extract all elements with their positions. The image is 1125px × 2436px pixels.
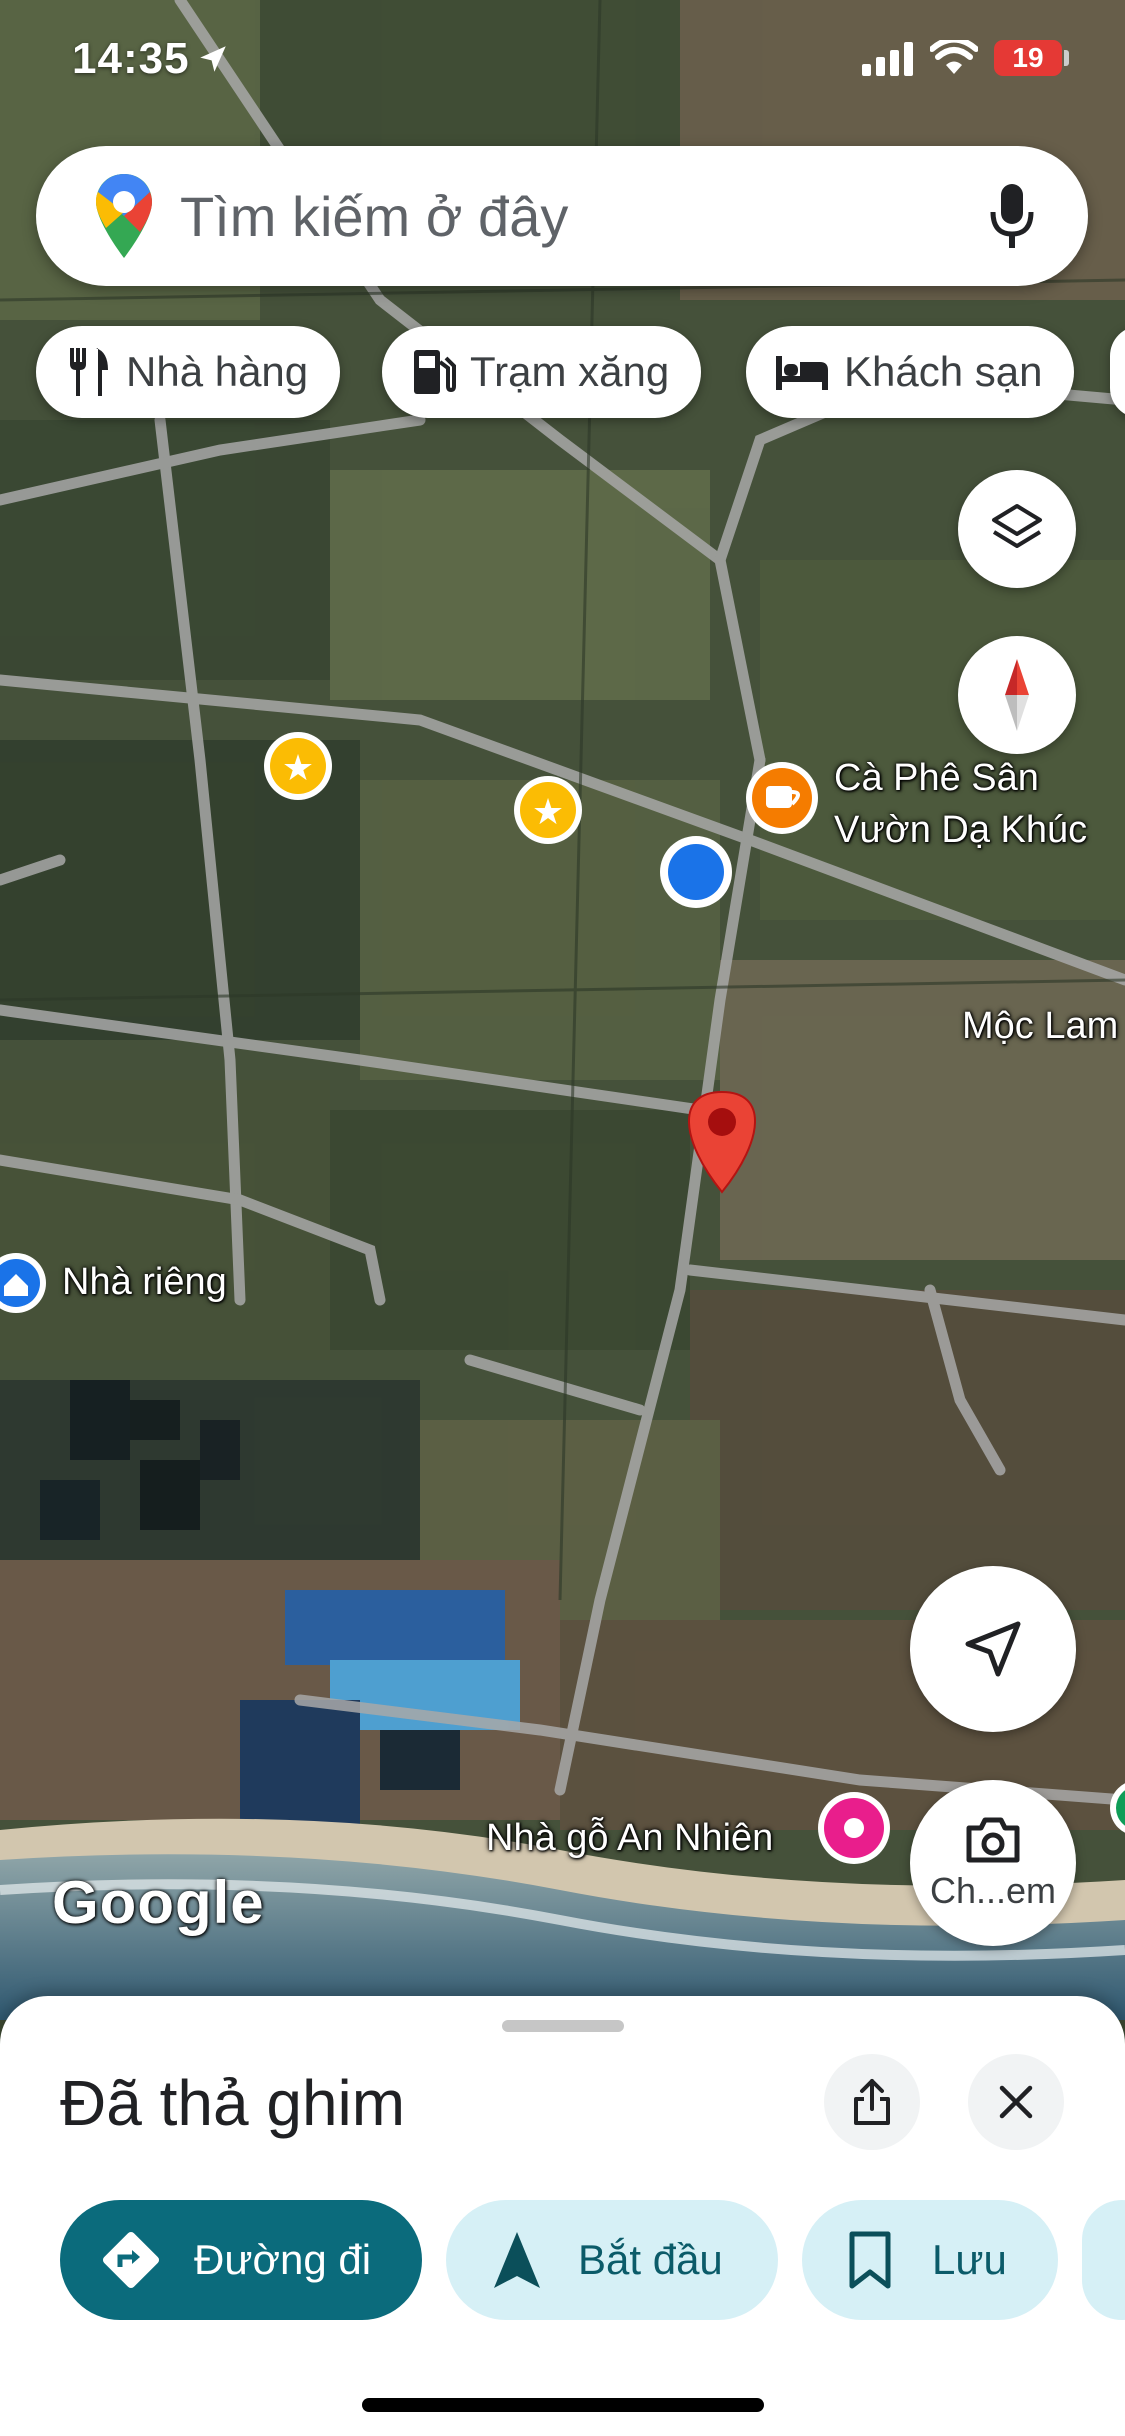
start-label: Bắt đầu: [578, 2236, 723, 2283]
navigation-arrow-icon: [965, 1621, 1021, 1677]
map-label-cafe-line2: Vườn Dạ Khúc: [834, 809, 1088, 851]
map-label-moc-lam[interactable]: Mộc Lam: [962, 1000, 1118, 1052]
directions-label: Đường đi: [194, 2236, 372, 2283]
layers-icon: [992, 504, 1042, 548]
map-label-cafe[interactable]: Cà Phê Sân Vườn Dạ Khúc: [834, 752, 1087, 856]
directions-icon: [102, 2231, 160, 2289]
layers-button[interactable]: [958, 470, 1076, 588]
map-label-home[interactable]: Nhà riêng: [62, 1256, 227, 1308]
star-marker-1[interactable]: ★: [264, 732, 332, 800]
microphone-icon[interactable]: [990, 182, 1034, 250]
share-button[interactable]: [824, 2054, 920, 2150]
chip-label: Khách sạn: [844, 348, 1043, 395]
close-icon: [999, 2085, 1033, 2119]
start-button[interactable]: Bắt đầu: [446, 2200, 778, 2320]
navigation-icon: [494, 2232, 540, 2288]
battery-level: 19: [1012, 42, 1044, 73]
home-indicator[interactable]: [362, 2398, 764, 2412]
dropped-pin-sheet: Đã thả ghim Đường đi Bắt đầu Lưu: [0, 1996, 1125, 2436]
chip-hotels[interactable]: Khách sạn: [746, 326, 1075, 418]
fork-knife-icon: [70, 348, 108, 396]
svg-text:★: ★: [282, 748, 314, 789]
star-marker-2[interactable]: ★: [514, 776, 582, 844]
camera-label: Ch...em: [929, 1870, 1057, 1911]
bookmark-icon: [849, 2231, 891, 2289]
drag-handle[interactable]: [502, 2020, 624, 2032]
chip-label: Trạm xăng: [470, 348, 670, 395]
svg-text:★: ★: [532, 792, 564, 833]
cellular-signal-icon: [862, 42, 913, 76]
battery-icon: 19: [994, 40, 1062, 76]
wifi-icon: [930, 40, 978, 74]
search-bar[interactable]: Tìm kiếm ở đây: [36, 146, 1088, 286]
google-maps-pin-logo: [96, 174, 152, 258]
status-bar: 14:35 19: [0, 0, 1125, 120]
directions-button[interactable]: Đường đi: [60, 2200, 422, 2320]
cafe-marker[interactable]: [746, 762, 818, 834]
more-actions-peek[interactable]: [1082, 2200, 1125, 2320]
map-label-cafe-line1: Cà Phê Sân: [834, 757, 1039, 799]
share-icon: [854, 2079, 890, 2125]
map-label-nha-go[interactable]: Nhà gỗ An Nhiên: [486, 1812, 773, 1864]
save-button[interactable]: Lưu: [802, 2200, 1058, 2320]
google-logo: Google: [52, 1869, 265, 1936]
compass-icon: [1005, 659, 1029, 731]
status-time: 14:35: [72, 34, 190, 83]
close-button[interactable]: [968, 2054, 1064, 2150]
sheet-title: Đã thả ghim: [60, 2067, 406, 2139]
battery-cap: [1064, 50, 1069, 66]
chip-label: Nhà hàng: [126, 348, 309, 395]
camera-icon: [966, 1817, 1020, 1863]
chip-restaurants[interactable]: Nhà hàng: [36, 326, 341, 418]
user-location-dot: [660, 836, 732, 908]
save-label: Lưu: [932, 2236, 1007, 2283]
compass-button[interactable]: [958, 636, 1076, 754]
camera-search-button[interactable]: Ch...em: [910, 1780, 1076, 1946]
chip-gas-stations[interactable]: Trạm xăng: [382, 326, 702, 418]
search-placeholder: Tìm kiếm ở đây: [180, 185, 569, 248]
location-arrow-icon: [200, 46, 226, 72]
gas-pump-icon: [414, 350, 456, 394]
pink-place-marker[interactable]: [818, 1792, 890, 1864]
my-location-button[interactable]: [910, 1566, 1076, 1732]
bed-icon: [776, 356, 828, 390]
